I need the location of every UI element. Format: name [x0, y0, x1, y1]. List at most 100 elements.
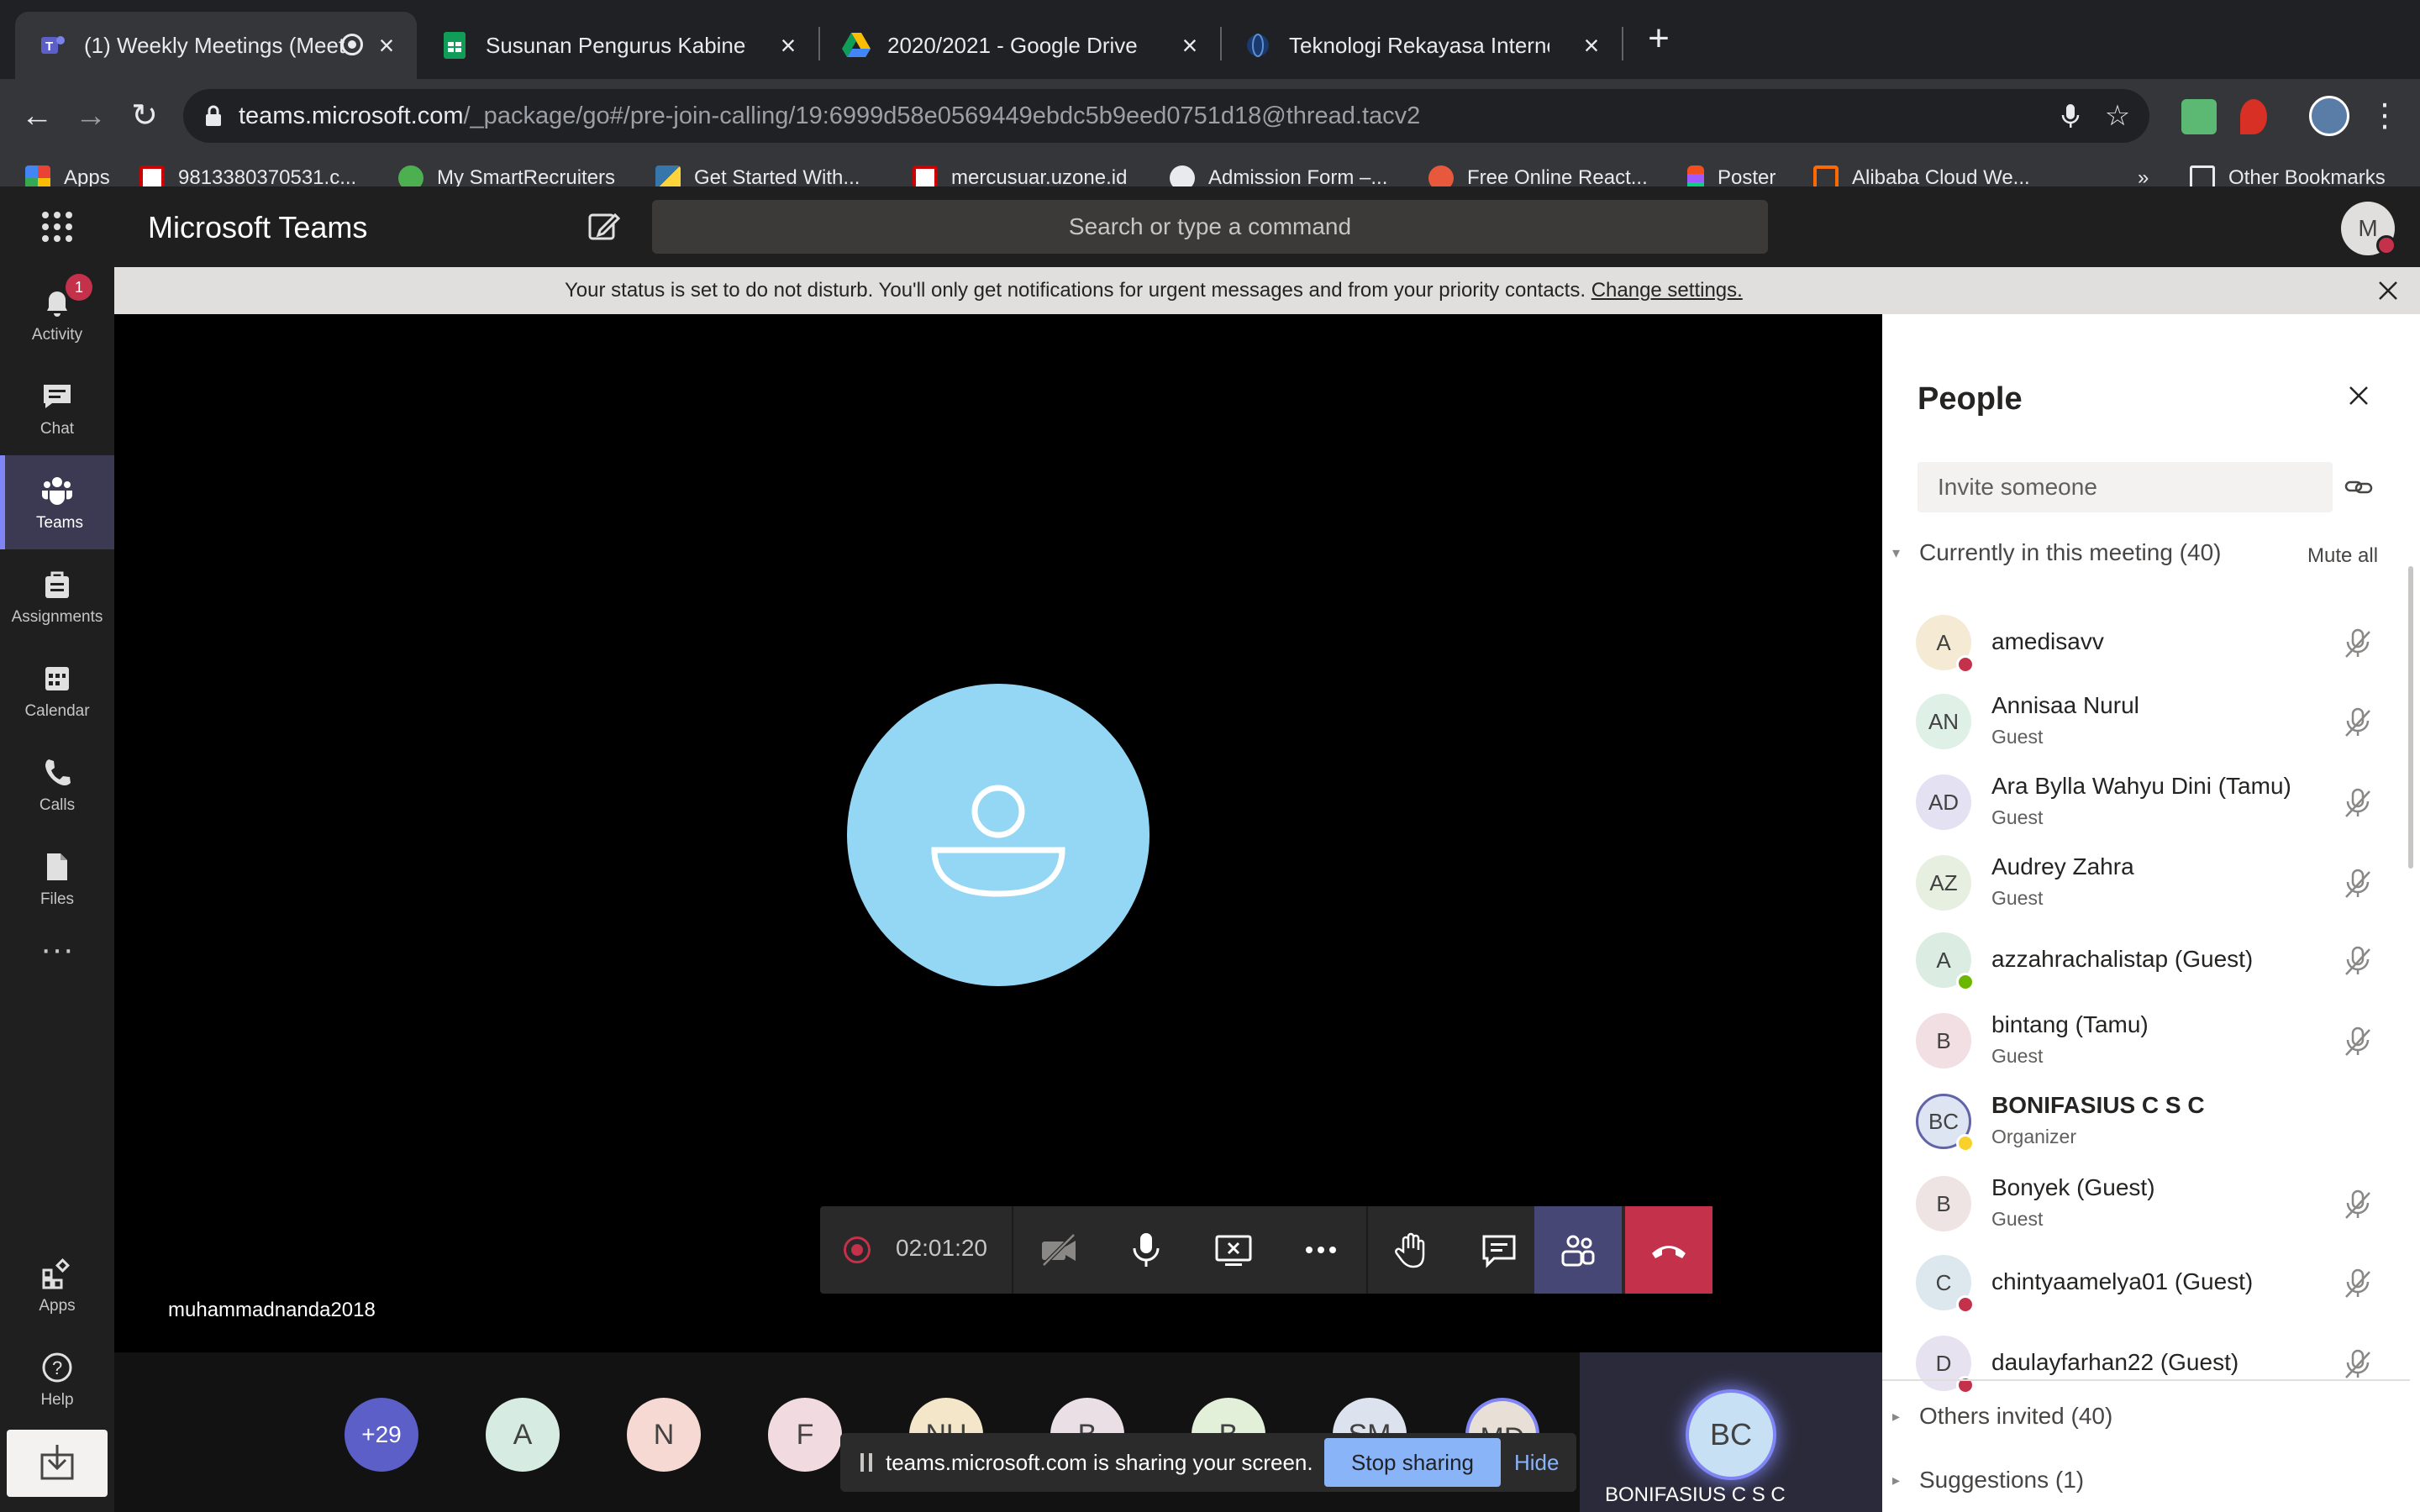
browser-tab-sheets[interactable]: Susunan Pengurus Kabinet Ruа ×	[417, 12, 818, 79]
more-participants-badge[interactable]: +29	[345, 1398, 418, 1472]
address-bar[interactable]: teams.microsoft.com/_package/go#/pre-joi…	[183, 89, 2149, 143]
recording-icon	[844, 1236, 871, 1263]
hide-button[interactable]: Hide	[1514, 1450, 1559, 1476]
close-tab-icon[interactable]: ×	[1175, 30, 1205, 60]
participant-row[interactable]: Cchintyaamelya01 (Guest)	[1882, 1242, 2420, 1322]
rail-item-activity[interactable]: 1 Activity	[0, 267, 114, 361]
participant-role: Guest	[1991, 887, 2044, 909]
participant-role: Guest	[1991, 726, 2044, 748]
participant-name: daulayfarhan22 (Guest)	[1991, 1349, 2239, 1375]
app-rail: 1 Activity Chat Teams Assignments Calend…	[0, 267, 114, 1512]
mic-muted-icon[interactable]	[2341, 627, 2375, 660]
menu-kebab-icon[interactable]: ⋮	[2363, 94, 2407, 138]
show-participants-button[interactable]	[1534, 1206, 1622, 1294]
people-panel: People Invite someone ▾ Currently in thi…	[1882, 314, 2420, 1512]
mute-all-button[interactable]: Mute all	[2307, 544, 2378, 568]
participant-thumbnail[interactable]: A	[486, 1398, 560, 1472]
close-icon[interactable]	[2376, 279, 2400, 302]
raise-hand-button[interactable]	[1368, 1206, 1455, 1294]
help-icon: ?	[42, 1352, 72, 1383]
profile-avatar[interactable]	[2309, 96, 2349, 136]
hang-up-button[interactable]	[1625, 1206, 1712, 1294]
back-icon[interactable]: ←	[15, 94, 59, 138]
participant-thumbnail[interactable]: F	[768, 1398, 842, 1472]
suggestions-header[interactable]: ▸ Suggestions (1)	[1892, 1467, 2084, 1494]
rail-item-files[interactable]: Files	[0, 832, 114, 926]
chat-button[interactable]	[1455, 1206, 1543, 1294]
organizer-video-tile[interactable]: BC BONIFASIUS C S C	[1580, 1352, 1882, 1512]
microphone-icon[interactable]	[2054, 99, 2087, 133]
participant-row[interactable]: AZ Audrey Zahra Guest	[1882, 842, 2420, 922]
copy-link-icon[interactable]	[2343, 470, 2376, 504]
participant-row[interactable]: AN Annisaa Nurul Guest	[1882, 680, 2420, 761]
mic-muted-icon[interactable]	[2341, 1347, 2375, 1381]
participant-role: Guest	[1991, 1045, 2044, 1067]
more-apps-icon[interactable]: ···	[0, 926, 114, 1020]
hang-up-icon	[1652, 1246, 1686, 1258]
presence-status-icon	[1956, 973, 1975, 991]
microphone-button[interactable]	[1102, 1206, 1190, 1294]
participant-role: Organizer	[1991, 1126, 2076, 1147]
participant-name: chintyaamelya01 (Guest)	[1991, 1268, 2254, 1294]
mic-muted-icon[interactable]	[2341, 1267, 2375, 1300]
close-tab-icon[interactable]: ×	[1576, 30, 1607, 60]
stop-share-icon	[1215, 1235, 1252, 1266]
rail-item-calendar[interactable]: Calendar	[0, 643, 114, 738]
participant-row[interactable]: Ddaulayfarhan22 (Guest)	[1882, 1322, 2420, 1403]
mic-muted-icon[interactable]	[2341, 1025, 2375, 1058]
search-input[interactable]: Search or type a command	[652, 200, 1768, 254]
rail-item-assignments[interactable]: Assignments	[0, 549, 114, 643]
participant-name: Audrey Zahra	[1991, 853, 2134, 879]
reload-icon[interactable]: ↻	[123, 94, 166, 138]
globe-icon	[1244, 31, 1272, 60]
chevron-right-icon: ▸	[1892, 1407, 1901, 1425]
close-tab-icon[interactable]: ×	[773, 30, 803, 60]
star-bookmark-icon[interactable]: ☆	[2101, 99, 2134, 133]
participant-row[interactable]: B Bonyek (Guest) Guest	[1882, 1163, 2420, 1243]
participant-name: bintang (Tamu)	[1991, 1011, 2149, 1037]
app-title: Microsoft Teams	[148, 210, 368, 244]
forward-icon[interactable]: →	[69, 94, 113, 138]
extension-icon[interactable]	[2181, 99, 2217, 134]
share-screen-button[interactable]	[1190, 1206, 1277, 1294]
rail-item-apps[interactable]: Apps	[0, 1238, 114, 1332]
participant-name: azzahrachalistap (Guest)	[1991, 946, 2254, 972]
extension-icon[interactable]	[2240, 99, 2267, 134]
participant-name: Bonyek (Guest)	[1991, 1174, 2155, 1200]
current-participants-header[interactable]: ▾ Currently in this meeting (40)	[1892, 539, 2221, 566]
change-settings-link[interactable]: Change settings.	[1591, 279, 1743, 302]
rail-item-teams[interactable]: Teams	[0, 455, 114, 549]
participant-row[interactable]: Aamedisavv	[1882, 601, 2420, 682]
rail-item-calls[interactable]: Calls	[0, 738, 114, 832]
participant-row[interactable]: BC BONIFASIUS C S C Organizer	[1882, 1080, 2420, 1161]
new-chat-icon[interactable]	[587, 210, 620, 244]
new-tab-button[interactable]: +	[1640, 20, 1677, 59]
rail-item-chat[interactable]: Chat	[0, 361, 114, 455]
rail-item-help[interactable]: ? Help	[0, 1332, 114, 1426]
participant-row[interactable]: Bbintang (Tamu) Guest	[1882, 1000, 2420, 1080]
calendar-icon	[45, 667, 69, 690]
file-icon	[47, 853, 67, 880]
mic-muted-icon[interactable]	[2341, 1188, 2375, 1221]
invite-input[interactable]: Invite someone	[1918, 462, 2333, 512]
download-app-button[interactable]	[7, 1430, 108, 1497]
participant-row[interactable]: AD Ara Bylla Wahyu Dini (Tamu) Guest	[1882, 761, 2420, 842]
close-tab-icon[interactable]: ×	[371, 30, 402, 60]
svg-text:?: ?	[52, 1357, 62, 1378]
others-invited-header[interactable]: ▸ Others invited (40)	[1892, 1403, 2112, 1430]
stop-sharing-button[interactable]: Stop sharing	[1324, 1438, 1501, 1487]
browser-tab-drive[interactable]: 2020/2021 - Google Drive ×	[818, 12, 1220, 79]
mic-muted-icon[interactable]	[2341, 706, 2375, 739]
mic-muted-icon[interactable]	[2341, 867, 2375, 900]
camera-off-button[interactable]	[1015, 1206, 1102, 1294]
browser-tab-tri[interactable]: Teknologi Rekayasa Internet – U ×	[1220, 12, 1622, 79]
participant-row[interactable]: Aazzahrachalistap (Guest)	[1882, 919, 2420, 1000]
mic-muted-icon[interactable]	[2341, 944, 2375, 978]
app-launcher-icon[interactable]	[42, 212, 72, 242]
close-icon[interactable]	[2346, 383, 2371, 408]
browser-tab-teams[interactable]: T (1) Weekly Meetings (Meeti ×	[15, 12, 417, 79]
teams-icon	[42, 477, 72, 505]
more-actions-button[interactable]	[1277, 1206, 1365, 1294]
participant-thumbnail[interactable]: N	[627, 1398, 701, 1472]
mic-muted-icon[interactable]	[2341, 786, 2375, 820]
